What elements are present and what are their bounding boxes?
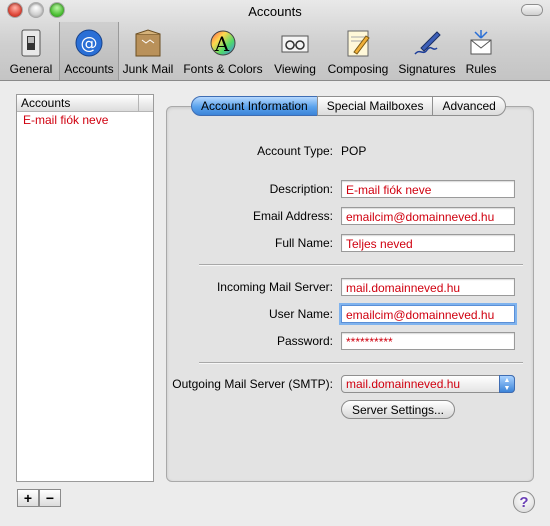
incoming-server-label: Incoming Mail Server: (216, 280, 333, 294)
toolbar-fonts-colors[interactable]: A Fonts & Colors (180, 22, 266, 80)
incoming-server-field[interactable]: mail.domainneved.hu (341, 278, 515, 296)
toolbar-toggle-button[interactable] (522, 5, 542, 15)
viewing-glasses-icon (281, 35, 309, 53)
smtp-server-label: Outgoing Mail Server (SMTP): (172, 377, 333, 391)
full-name-field[interactable]: Teljes neved (341, 234, 515, 252)
email-address-field[interactable]: emailcim@domainneved.hu (341, 207, 515, 225)
description-label: Description: (269, 182, 333, 196)
toolbar-accounts[interactable]: @ Accounts (59, 22, 119, 80)
toolbar-fonts-colors-label: Fonts & Colors (183, 62, 263, 76)
preferences-toolbar: General @ Accounts Junk Mail A Fonts & C… (0, 22, 550, 80)
header-divider (138, 95, 139, 111)
toolbar-general[interactable]: General (6, 22, 56, 80)
server-settings-button[interactable]: Server Settings... (341, 400, 455, 419)
signature-pen-icon (414, 31, 441, 55)
toolbar-rules-label: Rules (465, 62, 497, 76)
popup-arrows-icon: ▲ ▼ (499, 375, 515, 393)
window-chrome: Accounts General @ Accounts Junk Mail A … (0, 0, 550, 81)
toolbar-rules[interactable]: Rules (462, 22, 500, 80)
toolbar-general-label: General (9, 62, 53, 76)
user-name-field[interactable]: emailcim@domainneved.hu (341, 305, 515, 323)
fonts-colors-icon: A (210, 30, 236, 56)
full-name-label: Full Name: (274, 236, 333, 250)
switch-icon (21, 29, 41, 57)
account-type-label: Account Type: (257, 144, 333, 158)
toolbar-accounts-label: Accounts (64, 62, 114, 76)
title-bar: Accounts (0, 0, 550, 22)
password-label: Password: (276, 334, 333, 348)
email-address-label: Email Address: (252, 209, 333, 223)
tab-special-mailboxes[interactable]: Special Mailboxes (316, 96, 434, 116)
accounts-list-header-label: Accounts (21, 96, 71, 110)
description-field[interactable]: E-mail fiók neve (341, 180, 515, 198)
settings-tabs: Account Information Special Mailboxes Ad… (191, 96, 506, 116)
toolbar-signatures-label: Signatures (398, 62, 456, 76)
accounts-window: Accounts General @ Accounts Junk Mail A … (0, 0, 550, 526)
account-type-value: POP (341, 144, 367, 158)
account-list-item[interactable]: E-mail fiók neve (17, 112, 153, 128)
help-button[interactable]: ? (513, 491, 535, 513)
section-divider-1 (199, 264, 523, 265)
toolbar-junk-mail[interactable]: Junk Mail (120, 22, 176, 80)
tab-advanced[interactable]: Advanced (432, 96, 506, 116)
window-title: Accounts (248, 4, 302, 19)
toolbar-signatures[interactable]: Signatures (396, 22, 458, 80)
toolbar-composing-label: Composing (327, 62, 389, 76)
toolbar-viewing[interactable]: Viewing (270, 22, 320, 80)
smtp-server-value: mail.domainneved.hu (346, 377, 461, 391)
toolbar-composing[interactable]: Composing (324, 22, 392, 80)
smtp-server-select[interactable]: mail.domainneved.hu ▲ ▼ (341, 375, 515, 393)
user-name-label: User Name: (268, 307, 333, 321)
junk-mail-icon (135, 29, 161, 57)
at-sign-icon: @ (75, 29, 103, 57)
rules-envelope-icon (470, 30, 492, 55)
accounts-list[interactable]: Accounts E-mail fiók neve (16, 94, 154, 482)
composing-pencil-icon (347, 30, 370, 57)
accounts-list-header[interactable]: Accounts (17, 95, 153, 112)
add-account-button[interactable]: + (17, 489, 39, 507)
password-field[interactable]: ********** (341, 332, 515, 350)
svg-text:A: A (214, 32, 230, 56)
section-divider-2 (199, 362, 523, 363)
remove-account-button[interactable]: − (39, 489, 61, 507)
tab-account-information[interactable]: Account Information (191, 96, 318, 116)
toolbar-viewing-label: Viewing (274, 62, 316, 76)
toolbar-junk-mail-label: Junk Mail (122, 62, 174, 76)
svg-text:@: @ (81, 34, 98, 54)
